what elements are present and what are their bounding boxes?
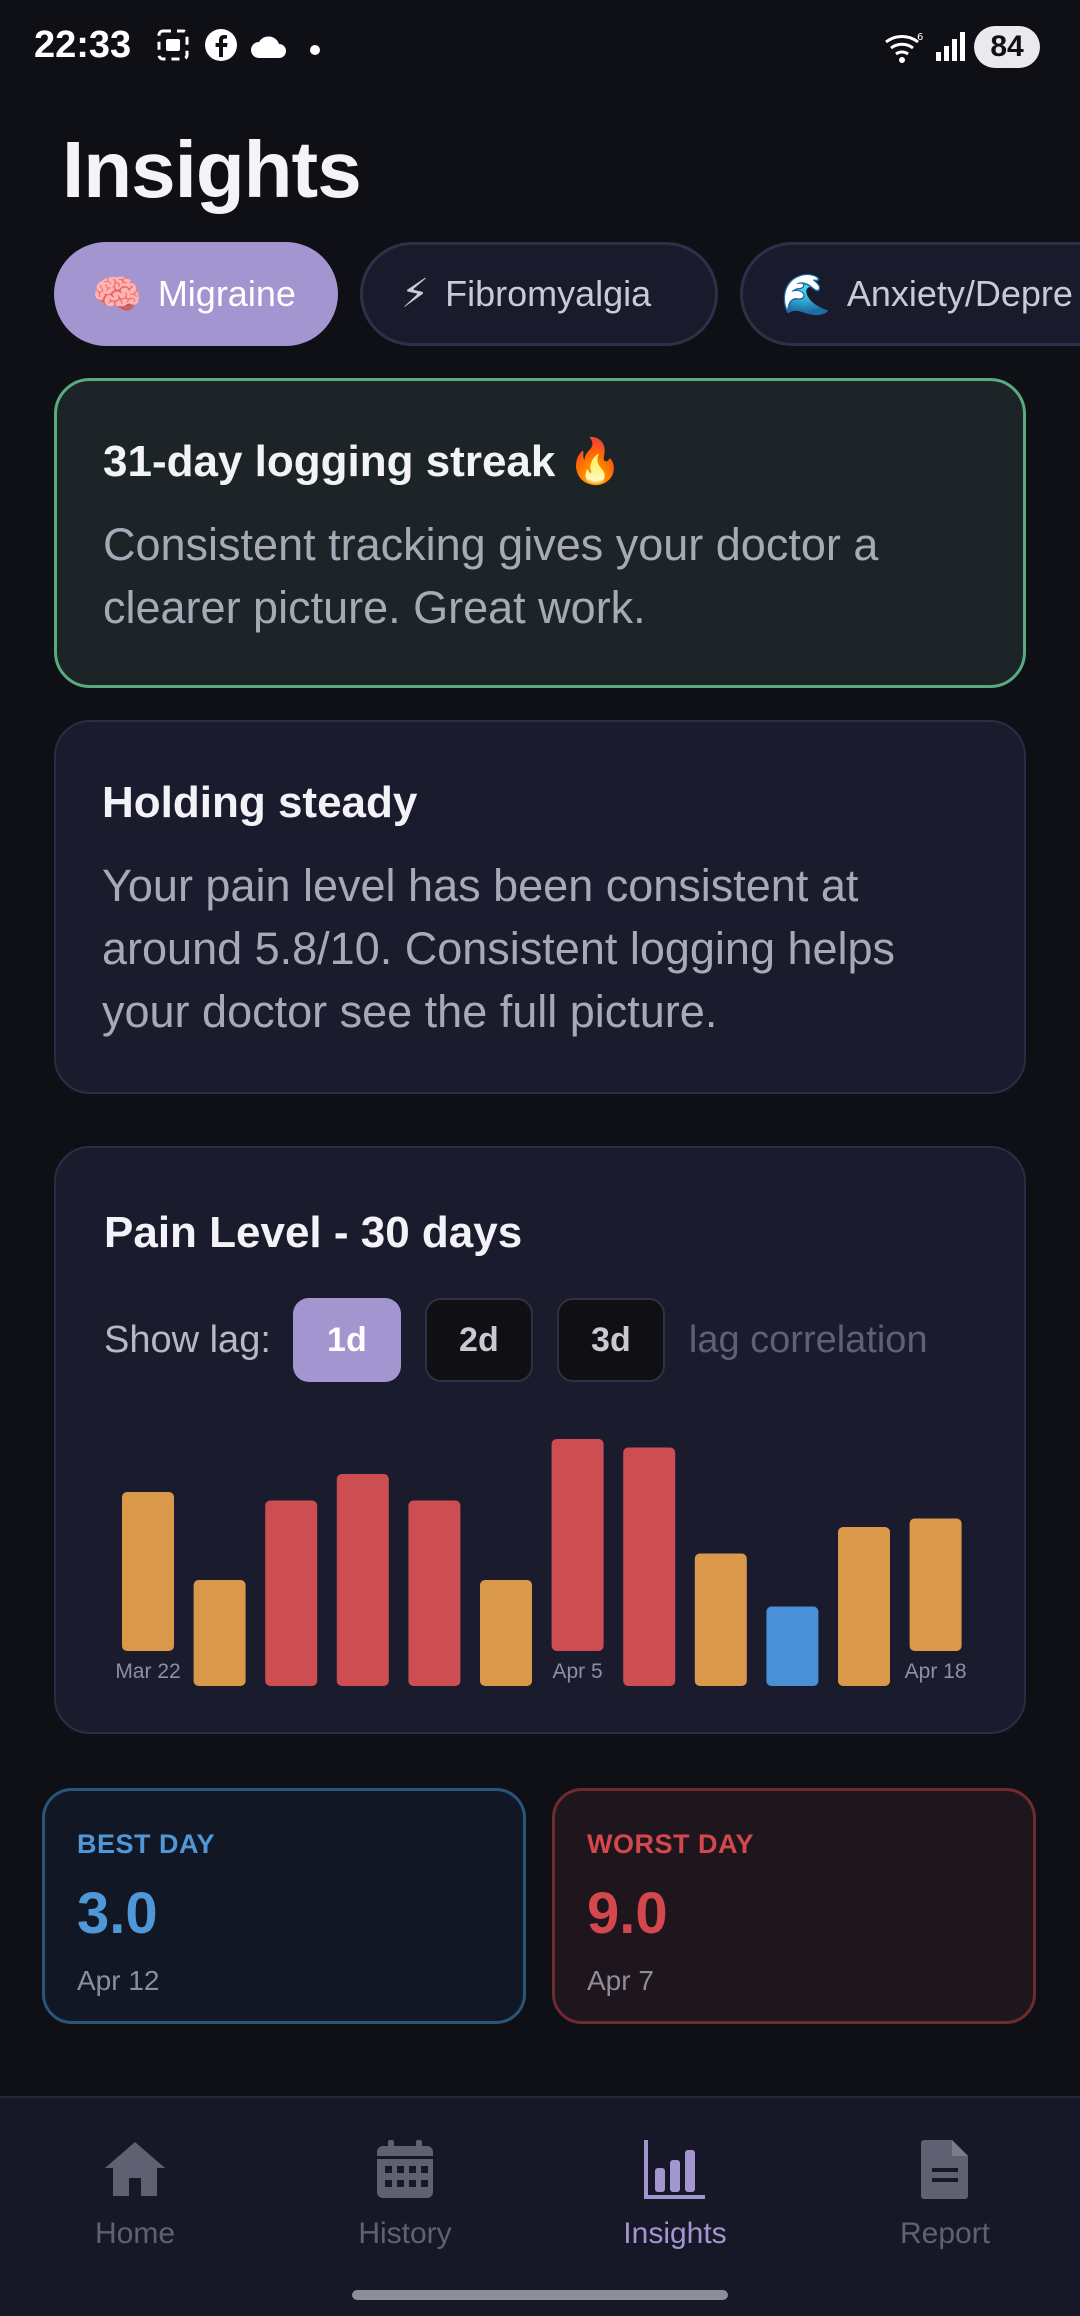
wifi-icon: 6: [884, 30, 924, 69]
worst-day-value: 9.0: [587, 1881, 668, 1946]
chip-label: Anxiety/Depre: [846, 273, 1073, 314]
best-day-date: Apr 12: [77, 1965, 160, 1996]
best-day-value: 3.0: [77, 1881, 158, 1946]
bar-chart-icon: [643, 2138, 707, 2205]
status-bar: 22:33 6 84: [0, 0, 1080, 96]
nav-home-label: Home: [94, 2217, 176, 2250]
chart-bar: [336, 1474, 389, 1686]
chip-migraine[interactable]: 🧠 Migraine: [54, 242, 338, 346]
chip-anxiety-depression[interactable]: 🌊 Anxiety/Depre: [740, 242, 1080, 346]
worst-day-label: WORST DAY: [587, 1829, 755, 1859]
pain-bar-chart: Mar 22 Apr 5 Apr 18: [115, 1439, 967, 1686]
streak-body: Consistent tracking gives your doctor a …: [103, 519, 879, 633]
svg-text:6: 6: [917, 32, 923, 43]
chart-bar: [694, 1553, 747, 1686]
nav-history-label: History: [358, 2217, 452, 2250]
x-tick-label: Apr 18: [905, 1660, 967, 1683]
best-day-card: BEST DAY 3.0 Apr 12: [42, 1788, 526, 2024]
worst-day-card: WORST DAY 9.0 Apr 7: [552, 1788, 1036, 2024]
chart-bar: [265, 1500, 318, 1686]
chart-bar: [766, 1606, 819, 1686]
page-title: Insights: [62, 125, 362, 214]
x-tick-label: Mar 22: [115, 1660, 180, 1683]
home-indicator: [352, 2290, 728, 2300]
signal-icon: [934, 30, 970, 67]
trend-body: Your pain level has been consistent at a…: [102, 860, 896, 1037]
chart-bar: [909, 1518, 962, 1651]
chip-label: Fibromyalgia: [445, 273, 652, 314]
nav-report-label: Report: [899, 2217, 991, 2250]
nav-home[interactable]: Home: [0, 2138, 270, 2251]
cloud-icon: [250, 34, 288, 65]
best-day-label: BEST DAY: [77, 1829, 216, 1859]
calendar-icon: [375, 2138, 435, 2205]
streak-title: 31-day logging streak 🔥: [103, 437, 623, 486]
chip-label: Migraine: [157, 273, 296, 314]
chart-bar: [480, 1580, 532, 1686]
chart-bar: [408, 1500, 461, 1686]
nav-history[interactable]: History: [270, 2138, 540, 2251]
nav-insights-label: Insights: [623, 2217, 727, 2250]
status-time: 22:33: [34, 24, 132, 66]
nav-insights[interactable]: Insights: [540, 2138, 810, 2251]
facebook-icon: [204, 28, 238, 67]
worst-day-date: Apr 7: [587, 1965, 654, 1996]
condition-selector: 🧠 Migraine ⚡ Fibromyalgia 🌊 Anxiety/Depr…: [0, 242, 1080, 348]
notification-dot-icon: [310, 42, 320, 60]
document-icon: [920, 2138, 970, 2205]
chart-bar: [193, 1580, 246, 1686]
nav-report[interactable]: Report: [810, 2138, 1080, 2251]
streak-card: 31-day logging streak 🔥 Consistent track…: [54, 378, 1026, 688]
bottom-nav: Home History Insights Report: [0, 2096, 1080, 2316]
screenshot-icon: [156, 28, 190, 67]
chart-bar: [122, 1492, 174, 1651]
chip-fibromyalgia[interactable]: ⚡ Fibromyalgia: [360, 242, 718, 346]
home-icon: [101, 2138, 169, 2205]
wave-icon: 🌊: [781, 272, 831, 317]
trend-card: Holding steady Your pain level has been …: [54, 720, 1026, 1094]
lightning-icon: ⚡: [401, 272, 430, 316]
chart-bar: [551, 1439, 604, 1651]
x-tick-label: Apr 5: [552, 1660, 602, 1683]
trend-title: Holding steady: [102, 778, 418, 827]
chart-bar: [623, 1447, 676, 1686]
chart-bar: [838, 1527, 890, 1686]
pain-chart-card: Pain Level - 30 days Show lag: 1d 2d 3d …: [54, 1146, 1026, 1734]
brain-icon: 🧠: [92, 272, 142, 317]
battery-indicator: 84: [974, 26, 1040, 68]
